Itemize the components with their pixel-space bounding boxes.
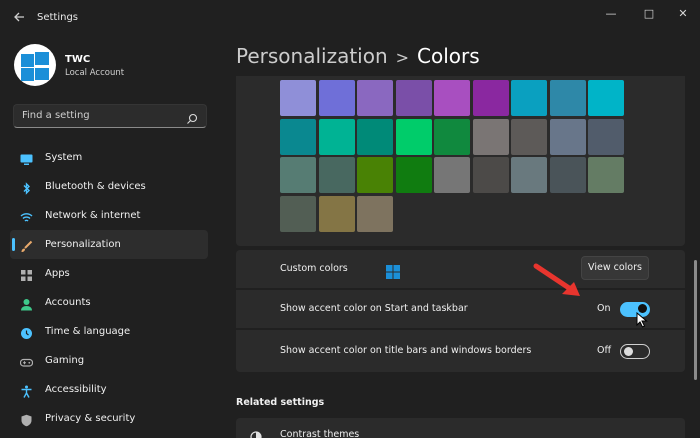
search-box[interactable] <box>13 104 207 128</box>
related-settings-heading: Related settings <box>236 397 325 408</box>
color-swatch[interactable] <box>318 157 355 193</box>
color-swatch[interactable] <box>318 80 355 116</box>
accent-start-taskbar-state: On <box>597 303 611 314</box>
scrollbar[interactable] <box>694 260 697 380</box>
sidebar-item-accessibility[interactable]: Accessibility <box>10 375 208 404</box>
color-swatch[interactable] <box>511 80 547 116</box>
color-swatch[interactable] <box>588 118 624 155</box>
breadcrumb-personalization[interactable]: Personalization <box>236 44 388 68</box>
sidebar-nav: System Bluetooth & devices Network & int… <box>10 143 208 433</box>
contrast-themes-row[interactable]: Contrast themes <box>236 418 685 438</box>
color-swatch[interactable] <box>357 157 393 193</box>
color-swatch[interactable] <box>395 80 432 116</box>
gamepad-icon <box>19 354 34 367</box>
sidebar-item-label: Personalization <box>45 239 121 250</box>
color-swatch[interactable] <box>434 118 470 155</box>
sidebar-item-time-language[interactable]: Time & language <box>10 317 208 346</box>
windows-logo-icon <box>386 264 400 279</box>
breadcrumb-colors: Colors <box>417 44 480 68</box>
globe-clock-icon <box>20 325 33 339</box>
window-title: Settings <box>37 12 79 23</box>
avatar[interactable] <box>14 44 56 86</box>
close-button[interactable]: ✕ <box>668 4 698 24</box>
color-swatch[interactable] <box>318 195 355 232</box>
brush-icon <box>20 238 33 252</box>
page-title: Personalization > Colors <box>236 44 480 68</box>
sidebar-item-personalization[interactable]: Personalization <box>10 230 208 259</box>
breadcrumb-separator: > <box>395 48 410 67</box>
bluetooth-icon <box>20 180 33 195</box>
sidebar-item-bluetooth[interactable]: Bluetooth & devices <box>10 172 208 201</box>
sidebar-item-accounts[interactable]: Accounts <box>10 288 208 317</box>
user-name: TWC <box>65 54 91 65</box>
sidebar-item-label: System <box>45 152 83 163</box>
accessibility-icon <box>20 383 33 398</box>
accent-start-taskbar-row: Show accent color on Start and taskbar O… <box>236 290 685 328</box>
color-swatch[interactable] <box>395 118 432 155</box>
sidebar-item-label: Apps <box>45 268 70 279</box>
color-swatch[interactable] <box>588 80 624 116</box>
color-swatch[interactable] <box>357 195 393 232</box>
sidebar-item-label: Gaming <box>45 355 85 366</box>
sidebar-item-label: Privacy & security <box>45 413 136 424</box>
apps-icon <box>20 267 33 281</box>
accent-titlebars-state: Off <box>597 345 612 356</box>
color-swatch[interactable] <box>472 118 509 155</box>
color-swatch[interactable] <box>511 157 547 193</box>
person-icon <box>20 296 33 311</box>
color-swatch[interactable] <box>549 118 586 155</box>
color-swatch[interactable] <box>549 157 586 193</box>
sidebar-item-label: Network & internet <box>45 210 141 221</box>
custom-colors-label: Custom colors <box>280 263 348 274</box>
search-icon[interactable] <box>186 110 198 124</box>
sidebar-item-apps[interactable]: Apps <box>10 259 208 288</box>
shield-icon <box>20 412 33 427</box>
color-swatch[interactable] <box>511 118 547 155</box>
color-swatch[interactable] <box>472 157 509 193</box>
wifi-icon <box>20 209 33 222</box>
minimize-button[interactable]: — <box>596 4 626 24</box>
monitor-icon <box>20 151 33 165</box>
accent-titlebars-toggle[interactable] <box>620 344 650 359</box>
back-arrow-icon[interactable] <box>12 10 26 24</box>
color-swatch[interactable] <box>357 118 393 155</box>
accent-titlebars-row: Show accent color on title bars and wind… <box>236 330 685 372</box>
color-swatch[interactable] <box>357 80 393 116</box>
sidebar-item-label: Bluetooth & devices <box>45 181 146 192</box>
title-bar: Settings — □ ✕ <box>0 0 700 36</box>
color-swatch[interactable] <box>280 80 316 116</box>
mouse-cursor-icon <box>636 312 648 328</box>
color-swatch[interactable] <box>588 157 624 193</box>
sidebar-item-label: Accessibility <box>45 384 107 395</box>
view-colors-button[interactable]: View colors <box>581 256 649 280</box>
account-type: Local Account <box>65 68 125 78</box>
sidebar-item-gaming[interactable]: Gaming <box>10 346 208 375</box>
color-swatch[interactable] <box>280 118 316 155</box>
search-input[interactable] <box>22 110 182 121</box>
contrast-icon <box>250 428 262 438</box>
color-swatch[interactable] <box>318 118 355 155</box>
sidebar-item-label: Time & language <box>45 326 131 337</box>
color-swatch[interactable] <box>549 80 586 116</box>
accent-start-taskbar-label: Show accent color on Start and taskbar <box>280 303 468 314</box>
color-swatch[interactable] <box>395 157 432 193</box>
contrast-themes-label: Contrast themes <box>280 429 360 438</box>
accent-titlebars-label: Show accent color on title bars and wind… <box>280 345 532 356</box>
color-swatch[interactable] <box>434 80 470 116</box>
sidebar-item-privacy[interactable]: Privacy & security <box>10 404 208 433</box>
sidebar-item-network[interactable]: Network & internet <box>10 201 208 230</box>
color-swatch[interactable] <box>280 195 316 232</box>
sidebar-item-label: Accounts <box>45 297 91 308</box>
accent-color-palette <box>236 76 685 246</box>
custom-colors-row: Custom colors View colors <box>236 250 685 288</box>
color-swatch[interactable] <box>280 157 316 193</box>
annotation-arrow-icon <box>533 263 580 296</box>
color-swatch[interactable] <box>434 157 470 193</box>
sidebar-item-system[interactable]: System <box>10 143 208 172</box>
color-swatch[interactable] <box>472 80 509 116</box>
maximize-button[interactable]: □ <box>634 4 664 24</box>
